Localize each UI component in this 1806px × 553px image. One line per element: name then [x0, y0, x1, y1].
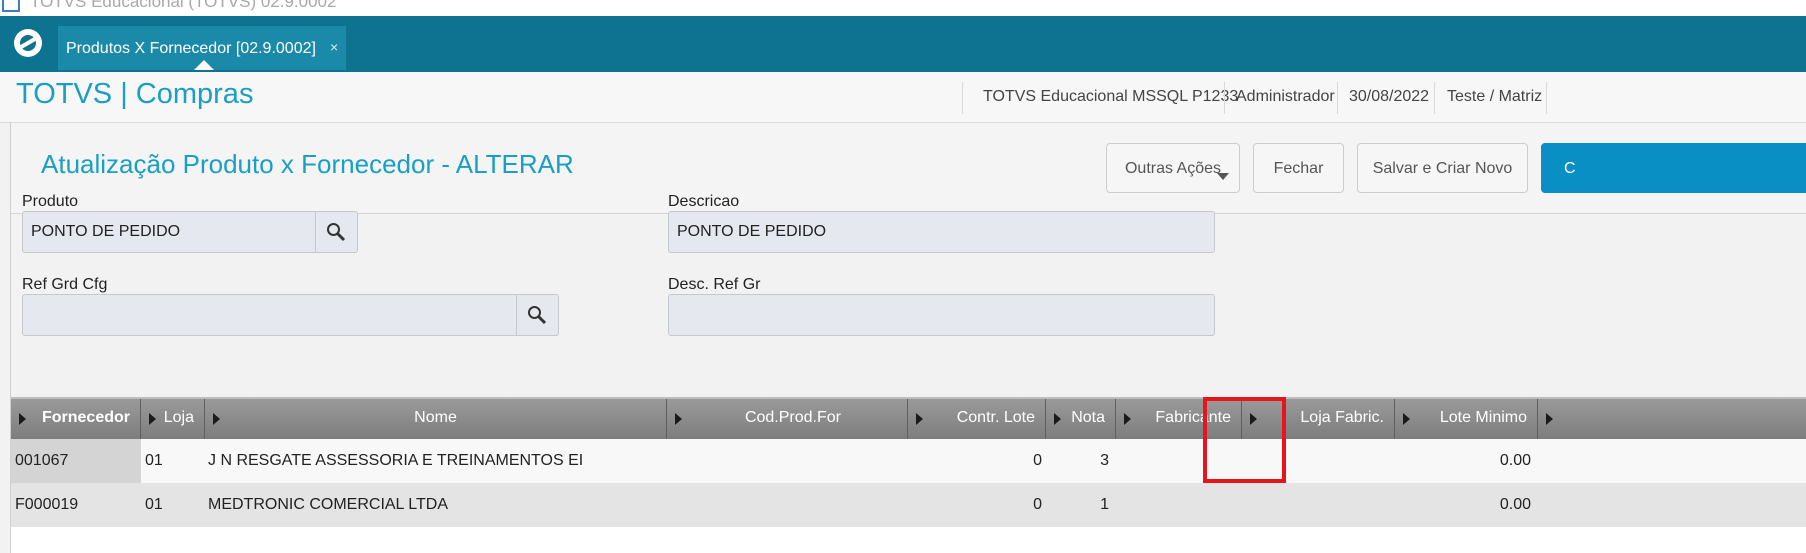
cell-loja[interactable]: 01	[145, 439, 163, 483]
column-label: Loja Fabric.	[1300, 409, 1384, 426]
cell-nota[interactable]: 3	[1046, 439, 1109, 483]
triangle-right-icon	[19, 413, 26, 425]
header-divider	[1337, 82, 1338, 114]
produto-input[interactable]: PONTO DE PEDIDO	[22, 211, 316, 253]
highlight-box	[1203, 397, 1286, 483]
triangle-right-icon	[675, 413, 682, 425]
column-contr-lote[interactable]: Contr. Lote	[908, 399, 1046, 439]
desc-ref-gr-input[interactable]	[668, 294, 1215, 336]
date-label[interactable]: 30/08/2022	[1349, 88, 1429, 106]
table-row[interactable]: F000019 01 MEDTRONIC COMERCIAL LTDA 0 1 …	[11, 483, 1806, 527]
search-icon	[327, 223, 346, 242]
page-title: Atualização Produto x Fornecedor - ALTER…	[41, 149, 574, 179]
desc-ref-gr-label: Desc. Ref Gr	[668, 276, 761, 293]
user-label[interactable]: Administrador	[1236, 88, 1335, 106]
triangle-right-icon	[1403, 413, 1410, 425]
table-row[interactable]: 001067 01 J N RESGATE ASSESSORIA E TREIN…	[11, 439, 1806, 483]
column-label: Nota	[1071, 409, 1105, 426]
save-new-button[interactable]: Salvar e Criar Novo	[1357, 143, 1528, 193]
app-title: TOTVS | Compras	[16, 78, 254, 110]
supplier-grid: Fornecedor Loja Nome Cod.Prod.For Contr.…	[11, 397, 1806, 553]
triangle-right-icon	[1546, 413, 1553, 425]
window-titlebar: TOTVS Educacional (TOTVS) 02.9.0002	[0, 0, 1806, 16]
descricao-label: Descricao	[668, 193, 740, 210]
column-lote-minimo[interactable]: Lote Minimo	[1395, 399, 1538, 439]
cell-nota[interactable]: 1	[1046, 483, 1109, 527]
header-divider	[1224, 82, 1225, 114]
environment-label[interactable]: TOTVS Educacional MSSQL P1233	[983, 88, 1238, 106]
window-title: TOTVS Educacional (TOTVS) 02.9.0002	[30, 0, 337, 11]
column-label: Fornecedor	[41, 409, 130, 426]
column-cod-prod-for[interactable]: Cod.Prod.For	[667, 399, 908, 439]
triangle-right-icon	[916, 413, 923, 425]
column-fornecedor[interactable]: Fornecedor	[11, 399, 141, 439]
cell-loja[interactable]: 01	[145, 483, 163, 527]
header-divider	[1546, 82, 1547, 114]
column-label: Loja	[163, 409, 194, 426]
cell-contr-lote[interactable]: 0	[908, 439, 1042, 483]
form-header: Atualização Produto x Fornecedor - ALTER…	[11, 123, 1806, 214]
cell-fornecedor[interactable]: F000019	[15, 483, 78, 527]
close-icon[interactable]: ×	[330, 39, 338, 55]
search-icon	[528, 306, 547, 325]
ref-grd-cfg-label: Ref Grd Cfg	[22, 276, 108, 293]
tab-bar: Produtos X Fornecedor [02.9.0002] ×	[0, 16, 1806, 72]
triangle-right-icon	[1124, 413, 1131, 425]
cell-lote-minimo[interactable]: 0.00	[1395, 439, 1531, 483]
tab-produtos-fornecedor[interactable]: Produtos X Fornecedor [02.9.0002] ×	[58, 26, 346, 70]
produto-search-button[interactable]	[316, 211, 358, 253]
cell-fornecedor[interactable]: 001067	[15, 439, 68, 483]
triangle-right-icon	[149, 413, 156, 425]
totvs-logo-icon[interactable]	[14, 29, 42, 57]
column-nota[interactable]: Nota	[1046, 399, 1116, 439]
column-label: Lote Minimo	[1439, 409, 1527, 426]
triangle-right-icon	[1054, 413, 1061, 425]
column-more[interactable]	[1538, 399, 1806, 439]
other-actions-label: Outras Ações	[1124, 160, 1222, 177]
other-actions-button[interactable]: Outras Ações	[1106, 143, 1240, 193]
close-button[interactable]: Fechar	[1253, 143, 1344, 193]
column-label: Nome	[414, 409, 457, 426]
chevron-down-icon	[1217, 173, 1229, 180]
confirm-button[interactable]: C	[1541, 143, 1806, 193]
cell-nome[interactable]: MEDTRONIC COMERCIAL LTDA	[208, 483, 448, 527]
ref-grd-cfg-input[interactable]	[22, 294, 517, 336]
header-divider	[1434, 82, 1435, 114]
ref-grd-cfg-search-button[interactable]	[517, 294, 559, 336]
cell-nome[interactable]: J N RESGATE ASSESSORIA E TREINAMENTOS EI	[208, 439, 583, 483]
column-label: Contr. Lote	[956, 409, 1035, 426]
cell-lote-minimo[interactable]: 0.00	[1395, 483, 1531, 527]
cell-contr-lote[interactable]: 0	[908, 483, 1042, 527]
app-header: TOTVS | Compras TOTVS Educacional MSSQL …	[0, 72, 1806, 123]
descricao-input[interactable]: PONTO DE PEDIDO	[668, 211, 1215, 253]
tab-label: Produtos X Fornecedor [02.9.0002]	[66, 40, 316, 57]
active-tab-indicator	[194, 60, 214, 70]
column-loja[interactable]: Loja	[141, 399, 205, 439]
column-nome[interactable]: Nome	[205, 399, 667, 439]
branch-label[interactable]: Teste / Matriz	[1447, 88, 1542, 106]
column-label: Cod.Prod.For	[744, 409, 841, 426]
header-divider	[962, 82, 963, 114]
app-window-icon	[2, 0, 20, 12]
grid-header: Fornecedor Loja Nome Cod.Prod.For Contr.…	[11, 397, 1806, 439]
produto-label: Produto	[22, 193, 79, 210]
